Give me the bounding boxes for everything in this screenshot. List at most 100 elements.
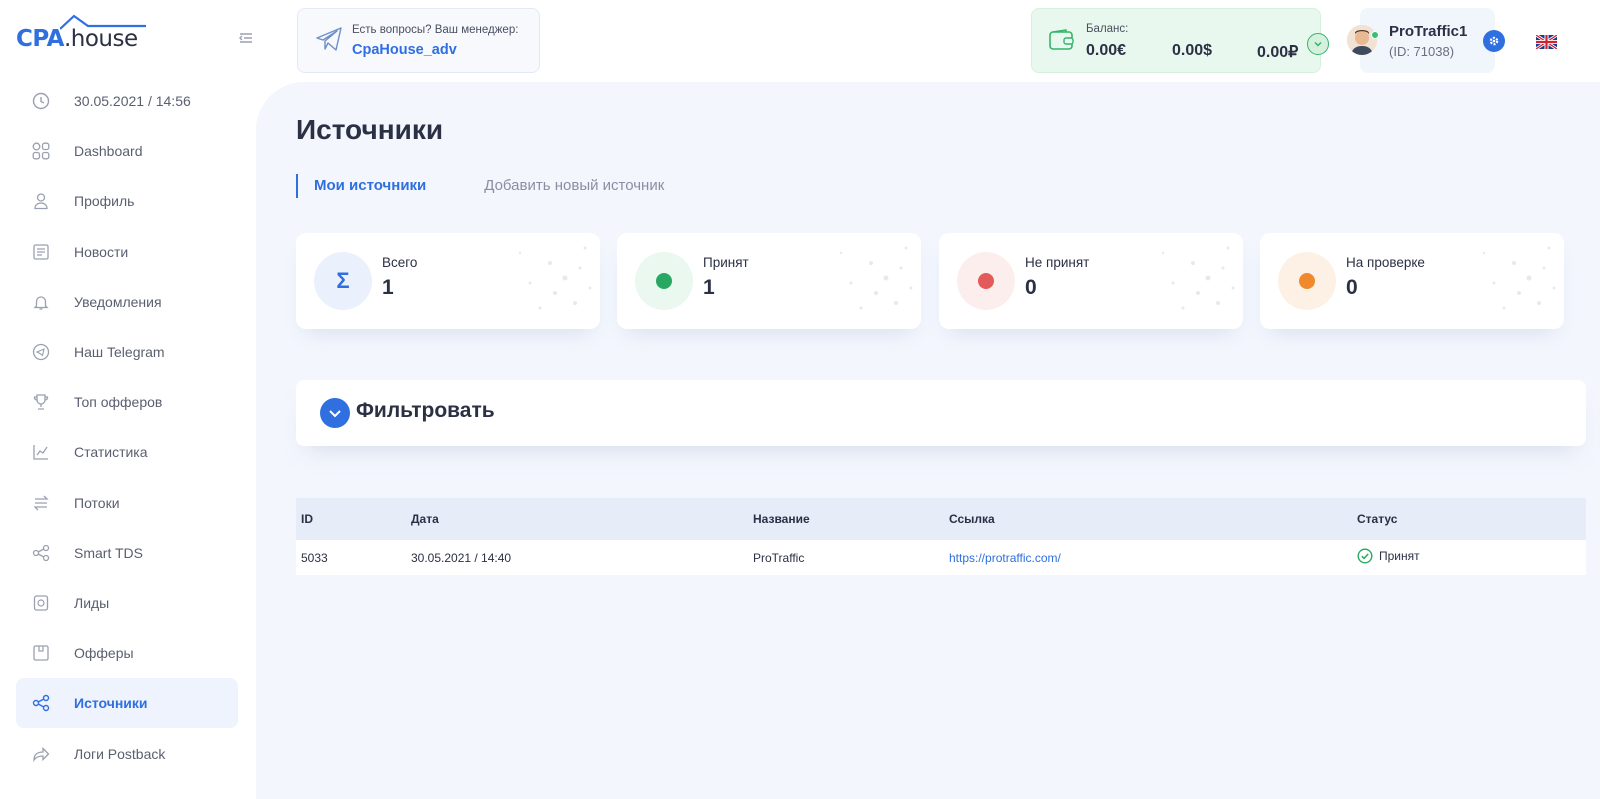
online-status-dot bbox=[1371, 31, 1379, 39]
sidebar-item-statistics[interactable]: Статистика bbox=[16, 427, 238, 477]
telegram-icon bbox=[31, 342, 51, 362]
manager-link[interactable]: CpaHouse_adv bbox=[352, 42, 457, 58]
accepted-badge bbox=[635, 252, 693, 310]
sidebar-item-postback-logs[interactable]: Логи Postback bbox=[16, 728, 238, 778]
stat-label: На проверке bbox=[1346, 255, 1425, 270]
main-content: Источники Мои источники Добавить новый и… bbox=[256, 82, 1600, 799]
user-name: ProTraffic1 bbox=[1389, 23, 1468, 40]
chart-icon bbox=[31, 442, 51, 462]
col-header-link[interactable]: Ссылка bbox=[944, 512, 1352, 526]
sidebar-datetime: 30.05.2021 / 14:56 bbox=[16, 76, 238, 126]
stat-value: 1 bbox=[703, 276, 715, 299]
col-header-name[interactable]: Название bbox=[748, 512, 944, 526]
sidebar-item-label: Статистика bbox=[74, 444, 148, 461]
stat-card-rejected: Не принят 0 bbox=[939, 233, 1243, 329]
sidebar-item-label: Новости bbox=[74, 243, 129, 260]
page-title: Источники bbox=[296, 114, 444, 145]
filter-panel[interactable]: Фильтровать bbox=[296, 380, 1586, 446]
source-link[interactable]: https://protraffic.com/ bbox=[949, 551, 1061, 565]
green-dot-icon bbox=[656, 273, 672, 289]
trophy-icon bbox=[31, 392, 51, 412]
sidebar-item-news[interactable]: Новости bbox=[16, 227, 238, 277]
news-icon bbox=[31, 242, 51, 262]
gear-icon[interactable] bbox=[1483, 30, 1505, 52]
sidebar-item-sources[interactable]: Источники bbox=[16, 678, 238, 729]
cell-date: 30.05.2021 / 14:40 bbox=[411, 550, 512, 565]
cell-status: Принят bbox=[1352, 548, 1586, 567]
sources-table: ID Дата Название Ссылка Статус 5033 30.0… bbox=[296, 498, 1586, 575]
menu-collapse-icon[interactable] bbox=[238, 30, 258, 48]
cell-id: 5033 bbox=[301, 550, 328, 565]
user-icon bbox=[31, 191, 51, 211]
sidebar-item-streams[interactable]: Потоки bbox=[16, 478, 238, 528]
sigma-icon: Σ bbox=[336, 268, 350, 293]
total-badge: Σ bbox=[314, 252, 372, 310]
manager-contact-card[interactable]: Есть вопросы? Ваш менеджер: CpaHouse_adv bbox=[297, 8, 540, 73]
balance-card: Баланс: 0.00€ 0.00$ 0.00₽ bbox=[1031, 8, 1329, 73]
offers-icon bbox=[31, 643, 51, 663]
dots-decoration bbox=[518, 246, 592, 310]
tab-add-source[interactable]: Добавить новый источник bbox=[468, 174, 664, 198]
sidebar-item-label: Уведомления bbox=[74, 293, 162, 310]
stat-card-pending: На проверке 0 bbox=[1260, 233, 1564, 329]
stat-value: 1 bbox=[382, 276, 394, 299]
dots-decoration bbox=[1482, 246, 1556, 310]
stat-card-total: Σ Всего 1 bbox=[296, 233, 600, 329]
stat-label: Принят bbox=[703, 255, 749, 270]
manager-question: Есть вопросы? Ваш менеджер: bbox=[352, 24, 519, 36]
chevron-down-icon[interactable] bbox=[1307, 33, 1329, 55]
sidebar-item-label: Профиль bbox=[74, 193, 135, 210]
sidebar-item-label: Dashboard bbox=[74, 143, 143, 160]
col-header-id[interactable]: ID bbox=[296, 512, 406, 526]
sidebar-item-leads[interactable]: Лиды bbox=[16, 578, 238, 628]
sidebar-item-profile[interactable]: Профиль bbox=[16, 176, 238, 226]
tabs: Мои источники Добавить новый источник bbox=[296, 174, 706, 198]
tab-my-sources[interactable]: Мои источники bbox=[296, 174, 426, 198]
balance-eur: 0.00€ bbox=[1086, 42, 1127, 59]
forward-icon bbox=[31, 744, 51, 764]
col-header-status[interactable]: Статус bbox=[1352, 512, 1586, 526]
sidebar-item-label: Логи Postback bbox=[74, 745, 166, 762]
sidebar-nav: 30.05.2021 / 14:56 Dashboard Профиль Нов… bbox=[16, 76, 238, 779]
sidebar-item-label: Smart TDS bbox=[74, 544, 143, 561]
sidebar-item-label: Наш Telegram bbox=[74, 344, 165, 361]
stat-label: Не принят bbox=[1025, 255, 1090, 270]
sidebar-item-label: Топ офферов bbox=[74, 394, 163, 411]
balance-usd: 0.00$ bbox=[1172, 42, 1213, 59]
pending-badge bbox=[1278, 252, 1336, 310]
sidebar-item-top-offers[interactable]: Топ офферов bbox=[16, 377, 238, 427]
user-id: (ID: 71038) bbox=[1389, 44, 1455, 59]
logo-text: CPA.house bbox=[16, 26, 138, 52]
logo[interactable]: CPA.house bbox=[16, 14, 146, 54]
status-badge: Принят bbox=[1357, 548, 1420, 564]
orange-dot-icon bbox=[1299, 273, 1315, 289]
leads-icon bbox=[31, 593, 51, 613]
sidebar: CPA.house 30.05.2021 / 14:56 Dashboard П… bbox=[0, 0, 256, 799]
balance-rub: 0.00₽ bbox=[1257, 44, 1299, 61]
dashboard-icon bbox=[31, 141, 51, 161]
share-icon bbox=[31, 543, 51, 563]
stat-card-accepted: Принят 1 bbox=[617, 233, 921, 329]
sidebar-item-label: Источники bbox=[74, 695, 148, 712]
sidebar-item-offers[interactable]: Офферы bbox=[16, 628, 238, 678]
sidebar-item-smart-tds[interactable]: Smart TDS bbox=[16, 528, 238, 578]
bell-icon bbox=[31, 292, 51, 312]
rejected-badge bbox=[957, 252, 1015, 310]
balance-caption: Баланс: bbox=[1086, 23, 1129, 35]
chevron-down-icon[interactable] bbox=[320, 398, 350, 428]
cell-link: https://protraffic.com/ bbox=[944, 551, 1352, 565]
table-row[interactable]: 5033 30.05.2021 / 14:40 ProTraffic https… bbox=[296, 540, 1586, 575]
sidebar-item-telegram[interactable]: Наш Telegram bbox=[16, 327, 238, 377]
wallet-icon bbox=[1049, 29, 1075, 56]
uk-flag-icon[interactable] bbox=[1535, 33, 1558, 51]
streams-icon bbox=[31, 493, 51, 513]
share-icon bbox=[31, 693, 51, 713]
sidebar-item-label: Лиды bbox=[74, 594, 110, 611]
sidebar-item-notifications[interactable]: Уведомления bbox=[16, 277, 238, 327]
col-header-date[interactable]: Дата bbox=[406, 512, 748, 526]
user-card[interactable]: ProTraffic1 (ID: 71038) bbox=[1360, 8, 1495, 73]
cell-name: ProTraffic bbox=[753, 550, 805, 565]
sidebar-item-label: 30.05.2021 / 14:56 bbox=[74, 93, 191, 110]
avatar[interactable] bbox=[1347, 25, 1377, 55]
sidebar-item-dashboard[interactable]: Dashboard bbox=[16, 126, 238, 176]
